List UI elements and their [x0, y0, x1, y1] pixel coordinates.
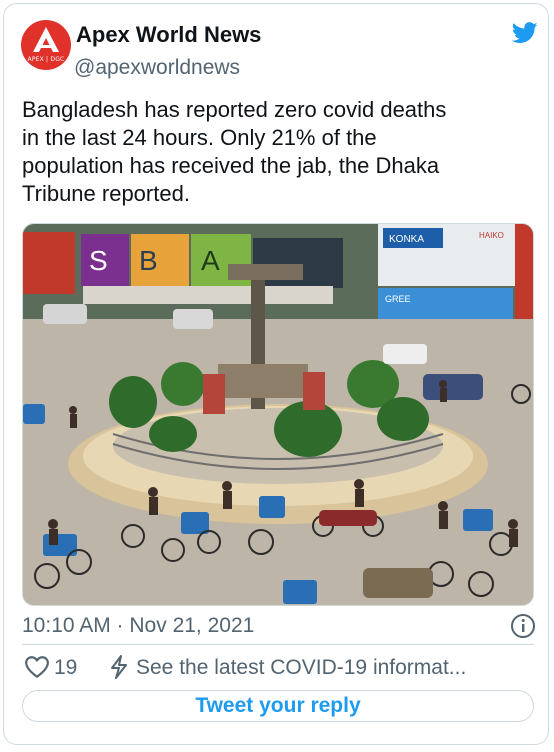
covid-info-link[interactable]: See the latest COVID-19 informat...	[136, 656, 466, 680]
heart-icon[interactable]	[24, 655, 50, 679]
billboard-a-letter: A	[201, 245, 220, 276]
billboard-s-letter: S	[89, 245, 108, 276]
info-icon[interactable]	[510, 613, 536, 639]
tweet-text: Bangladesh has reported zero covid death…	[22, 96, 537, 208]
divider	[22, 644, 534, 645]
tweet-text-line: Bangladesh has reported zero covid death…	[22, 97, 447, 122]
tweet-card: APEX | DGC Apex World News @apexworldnew…	[3, 3, 549, 745]
billboard-b-letter: B	[139, 245, 158, 276]
like-count: 19	[54, 656, 78, 679]
tweet-text-line: population has received the jab, the Dha…	[22, 153, 440, 178]
author-avatar[interactable]: APEX | DGC	[21, 20, 71, 70]
tweet-text-line: in the last 24 hours. Only 21% of the	[22, 125, 377, 150]
author-handle[interactable]: @apexworldnews	[74, 56, 240, 80]
billboard-konka: KONKA	[389, 234, 424, 245]
avatar-caption: APEX | DGC	[27, 56, 65, 63]
tweet-meta: 10:10 AM · Nov 21, 2021	[22, 611, 538, 641]
tweet-text-line: Tribune reported.	[22, 181, 190, 206]
tweet-actions: 19 See the latest COVID-19 informat...	[22, 652, 538, 684]
billboard-gree: GREE	[385, 294, 411, 304]
twitter-bird-icon[interactable]	[512, 22, 538, 44]
tweet-reply-button[interactable]: Tweet your reply	[22, 690, 534, 722]
tweet-timestamp[interactable]: 10:10 AM · Nov 21, 2021	[22, 614, 254, 638]
billboard-haiko: HAIKO	[479, 231, 504, 240]
tweet-photo[interactable]: S B A KONKA HAIKO GREE	[22, 223, 534, 606]
street-photo: S B A KONKA HAIKO GREE	[23, 224, 533, 605]
covid-info-icon	[111, 655, 127, 679]
author-name[interactable]: Apex World News	[76, 22, 261, 48]
